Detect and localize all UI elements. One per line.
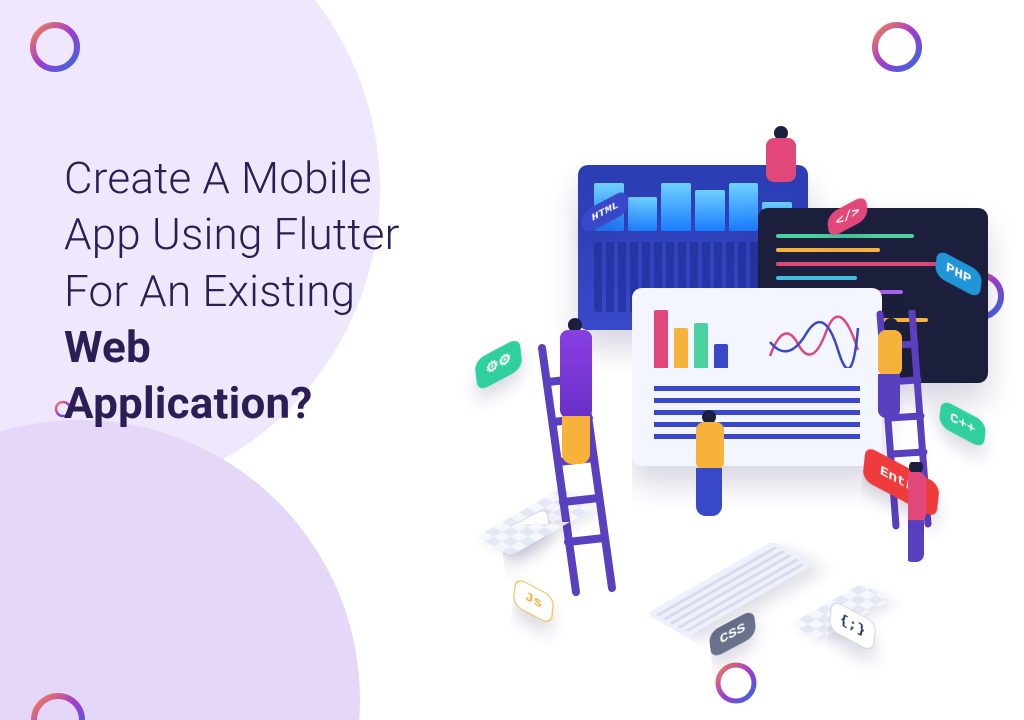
headline-line: For An Existing (64, 265, 355, 317)
lavender-blob-bottom (0, 420, 360, 720)
screen-panel-white (632, 288, 882, 466)
headline-line: App Using Flutter (64, 208, 400, 260)
hero-illustration: HTML </> PHP C++ Entre CSS Js ⚙⚙ </> {;} (440, 120, 1000, 680)
tech-tag-cpp: C++ (939, 399, 987, 449)
person-on-ladder-icon (568, 320, 569, 321)
gradient-ring-icon (870, 20, 924, 74)
headline-bold: Web (64, 321, 151, 373)
gradient-ring-icon (28, 20, 82, 74)
gradient-ring-icon (28, 690, 88, 720)
page-title: Create A Mobile App Using Flutter For An… (64, 150, 484, 432)
tech-tag-gears-icon: ⚙⚙ (474, 337, 523, 392)
headline-bold: Application? (64, 377, 312, 429)
headline-line: Create A Mobile (64, 152, 372, 204)
